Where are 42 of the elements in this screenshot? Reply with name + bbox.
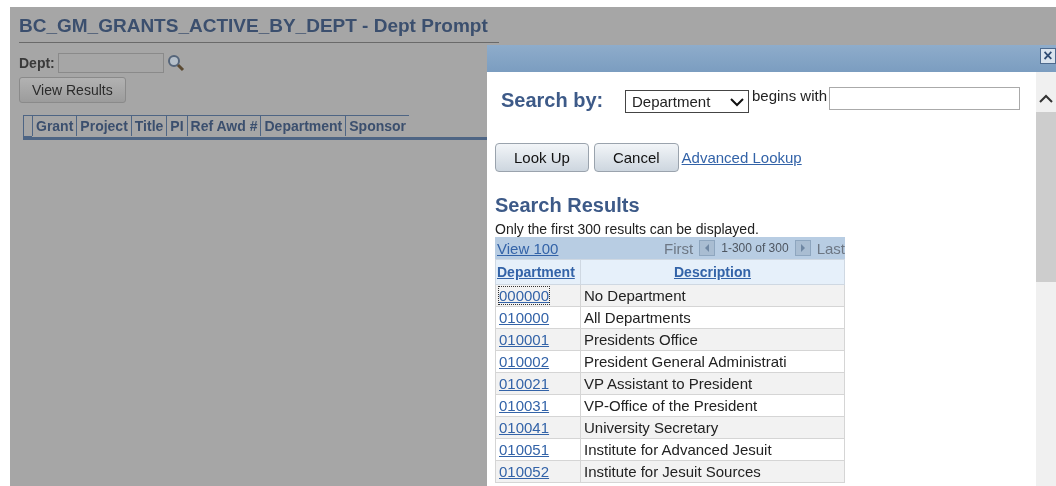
search-by-label: Search by:: [501, 89, 605, 112]
table-cell: All Departments: [580, 306, 845, 329]
search-field-dropdown[interactable]: Department: [625, 90, 749, 113]
table-cell: VP-Office of the President: [580, 394, 845, 417]
results-note: Only the first 300 results can be displayed.: [495, 221, 760, 237]
table-cell: VP Assistant to President: [580, 372, 845, 395]
table-cell: President General Administrati: [580, 350, 845, 373]
column-header-link[interactable]: Description: [674, 264, 751, 280]
table-cell: Institute for Jesuit Sources: [580, 460, 845, 483]
chevron-down-icon: [730, 96, 744, 107]
table-cell: Institute for Advanced Jesuit: [580, 438, 845, 461]
scroll-up-icon[interactable]: [1039, 94, 1053, 104]
field-label: Dept:: [19, 55, 55, 71]
advanced-lookup-link[interactable]: Advanced Lookup: [681, 149, 802, 166]
column-header: Sponsor: [345, 115, 410, 136]
scrollbar[interactable]: [1036, 72, 1056, 486]
operator-label: begins with: [752, 87, 828, 104]
last-label: Last: [816, 239, 845, 257]
column-header: Grant: [32, 115, 77, 136]
previous-icon[interactable]: [699, 240, 716, 256]
column-header: Title: [130, 115, 167, 136]
dialog-button[interactable]: Look Up: [495, 143, 589, 172]
first-label: First: [664, 239, 694, 257]
column-header: Project: [76, 115, 131, 136]
view-100-link[interactable]: View 100: [497, 239, 559, 257]
table-cell: No Department: [580, 284, 845, 307]
page-title: BC_GM_GRANTS_ACTIVE_BY_DEPT - Dept Prompt: [19, 14, 489, 38]
table-cell: University Secretary: [580, 416, 845, 439]
dept-field[interactable]: [57, 53, 164, 73]
results-heading: Search Results: [495, 194, 641, 217]
scrollbar-thumb[interactable]: [1036, 112, 1056, 282]
column-header: Ref Awd #: [186, 115, 261, 136]
search-value-field[interactable]: [829, 87, 1021, 110]
column-header: PI: [166, 115, 187, 136]
next-icon[interactable]: [794, 240, 811, 256]
page-range: 1-300 of 300: [721, 241, 789, 255]
close-button[interactable]: ×: [1040, 48, 1056, 64]
dialog-button[interactable]: Cancel: [593, 143, 679, 172]
search-icon[interactable]: [166, 54, 185, 72]
column-header: Department: [260, 115, 346, 136]
view-results-button[interactable]: View Results: [19, 77, 126, 103]
table-cell: Presidents Office: [580, 328, 845, 351]
